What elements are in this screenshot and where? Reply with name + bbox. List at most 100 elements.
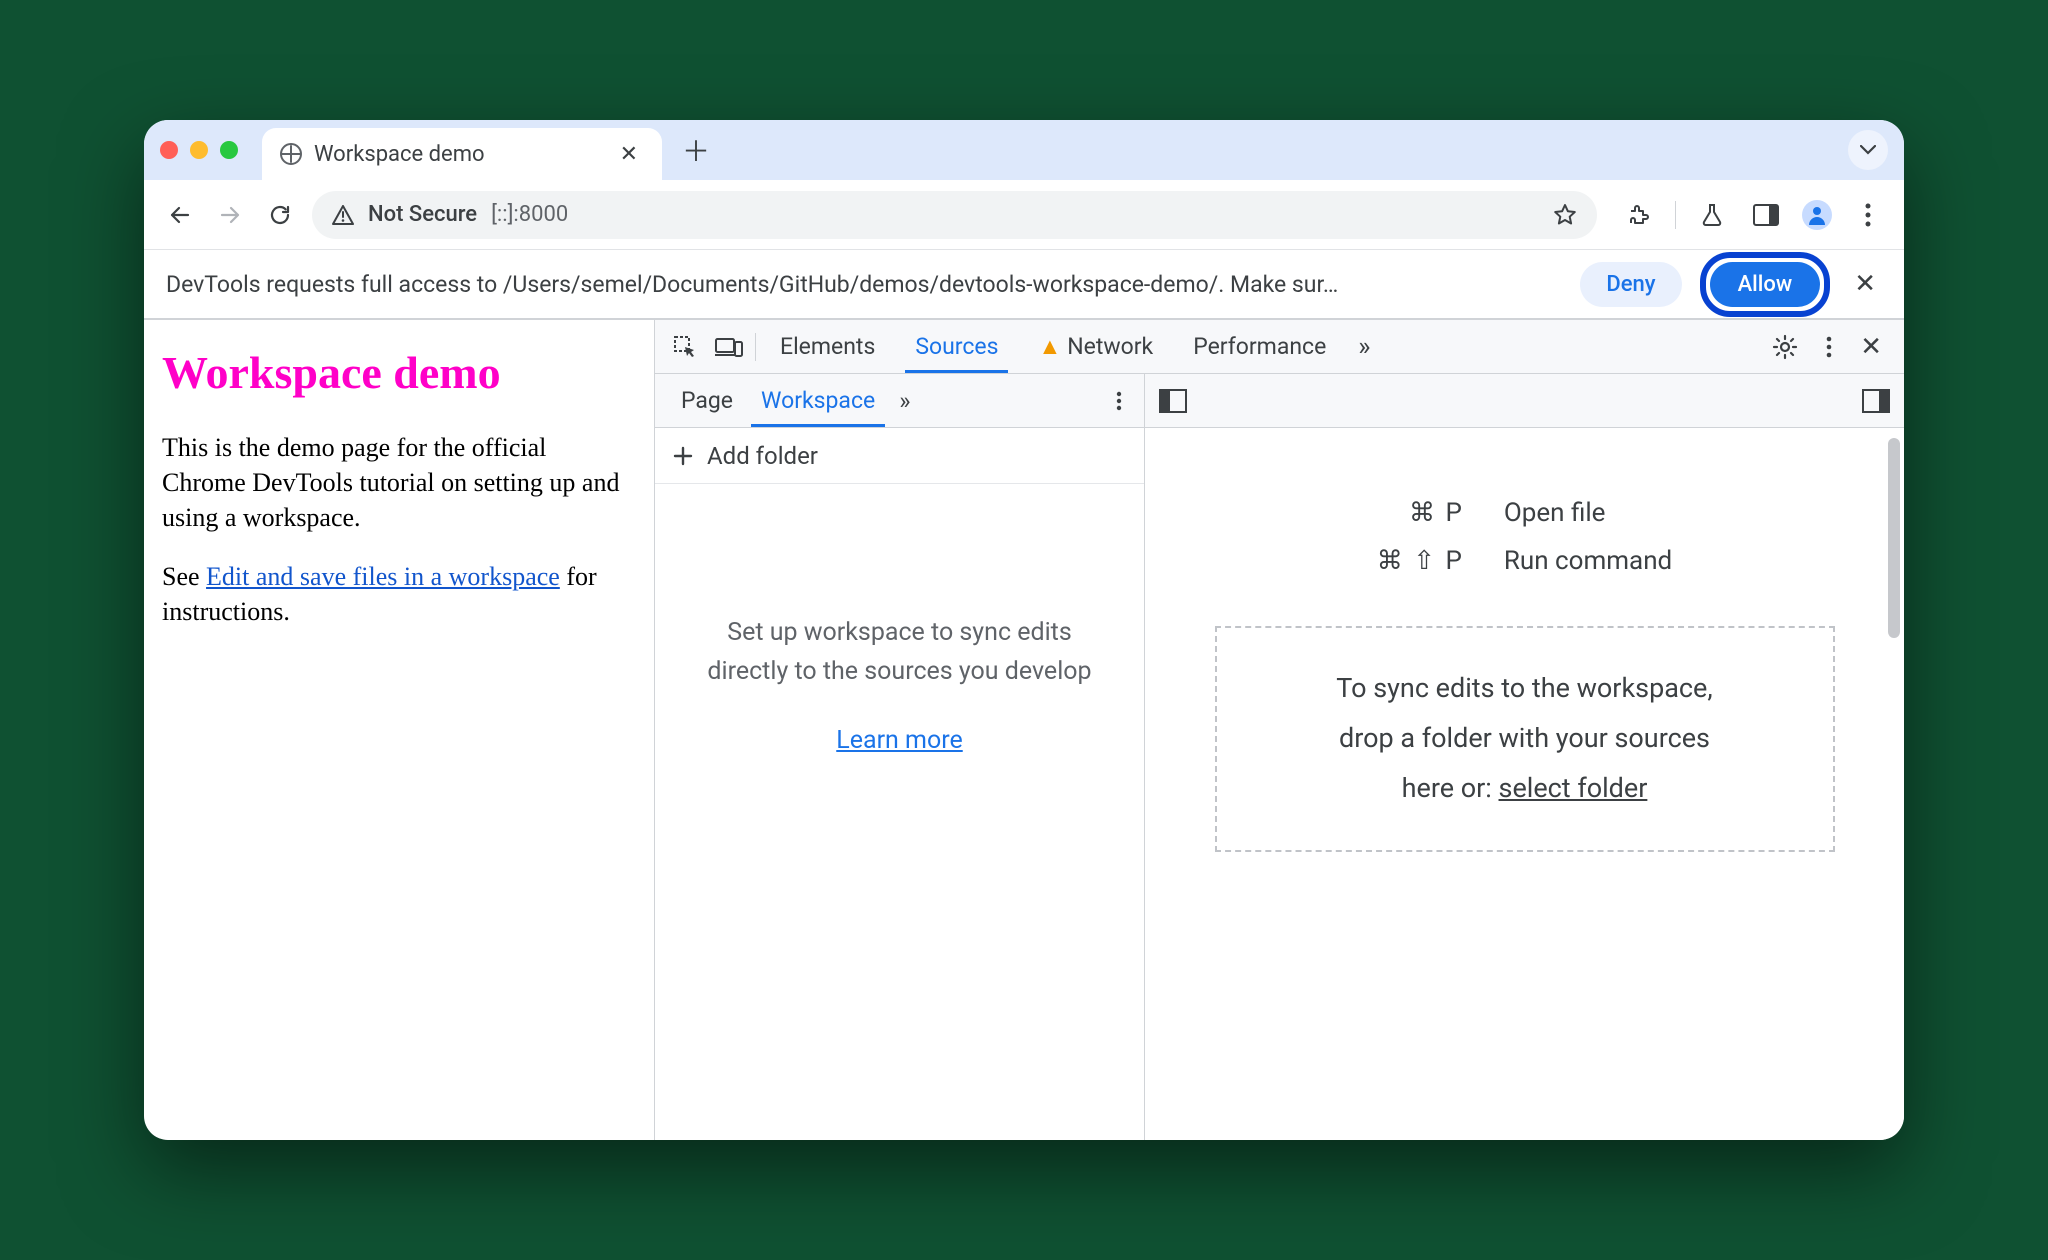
gear-icon [1772, 334, 1798, 360]
new-tab-button[interactable]: ＋ [672, 124, 720, 176]
sources-content: Page Workspace » Add folder Set up works… [655, 374, 1904, 1140]
workspace-hint: Set up workspace to sync edits directly … [695, 614, 1104, 692]
forward-button[interactable] [212, 197, 248, 233]
plus-icon [673, 446, 693, 466]
browser-tab[interactable]: Workspace demo ✕ [262, 128, 662, 180]
drop-line-2: drop a folder with your sources [1267, 714, 1783, 764]
show-navigator-button[interactable] [1159, 389, 1187, 413]
open-file-shortcut: ⌘ P [1377, 498, 1464, 528]
main-area: Workspace demo This is the demo page for… [144, 320, 1904, 1140]
editor-toolbar [1145, 374, 1904, 428]
drop-line-3: here or: select folder [1267, 764, 1783, 814]
tab-title: Workspace demo [314, 142, 485, 167]
chevron-down-icon [1860, 145, 1876, 155]
para2-prefix: See [162, 562, 206, 591]
workspace-empty-state: Set up workspace to sync edits directly … [655, 484, 1144, 1140]
tab-sources[interactable]: Sources [899, 321, 1014, 372]
bookmark-button[interactable] [1553, 203, 1577, 227]
show-debugger-button[interactable] [1862, 389, 1890, 413]
select-folder-link[interactable]: select folder [1499, 772, 1648, 804]
add-folder-label: Add folder [707, 442, 818, 470]
close-tab-button[interactable]: ✕ [614, 142, 644, 167]
tutorial-link[interactable]: Edit and save files in a workspace [206, 562, 560, 591]
chrome-menu-button[interactable] [1850, 197, 1886, 233]
extensions-button[interactable] [1621, 197, 1657, 233]
minimize-window-button[interactable] [190, 141, 208, 159]
close-window-button[interactable] [160, 141, 178, 159]
separator [755, 333, 756, 361]
drop-zone[interactable]: To sync edits to the workspace, drop a f… [1215, 626, 1835, 852]
window-controls [160, 141, 238, 159]
back-button[interactable] [162, 197, 198, 233]
page-heading: Workspace demo [162, 342, 636, 404]
separator [1675, 201, 1676, 229]
tab-network[interactable]: ▲Network [1022, 321, 1169, 372]
sources-navigator: Page Workspace » Add folder Set up works… [655, 374, 1145, 1140]
scrollbar-thumb[interactable] [1888, 438, 1900, 638]
puzzle-icon [1627, 203, 1651, 227]
tab-elements[interactable]: Elements [764, 321, 891, 372]
reload-icon [268, 203, 292, 227]
infobar-close-button[interactable]: ✕ [1848, 269, 1882, 299]
kebab-icon [1865, 203, 1871, 227]
subtab-workspace[interactable]: Workspace [747, 375, 889, 426]
sources-subtabs: Page Workspace » [655, 374, 1144, 428]
browser-window: Workspace demo ✕ ＋ Not Secure [::]:8000 [144, 120, 1904, 1140]
page-content: Workspace demo This is the demo page for… [144, 320, 654, 1140]
reload-button[interactable] [262, 197, 298, 233]
add-folder-button[interactable]: Add folder [655, 428, 1144, 484]
kebab-icon [1116, 391, 1122, 411]
device-toolbar-button[interactable] [711, 329, 747, 365]
profile-button[interactable] [1802, 200, 1832, 230]
drop-line-1: To sync edits to the workspace, [1267, 664, 1783, 714]
permission-infobar: DevTools requests full access to /Users/… [144, 250, 1904, 320]
devtools-panel: Elements Sources ▲Network Performance » … [654, 320, 1904, 1140]
devtools-settings-button[interactable] [1762, 334, 1808, 360]
inspect-element-button[interactable] [667, 329, 703, 365]
page-paragraph-1: This is the demo page for the official C… [162, 430, 636, 535]
toolbar-actions [1621, 197, 1886, 233]
inspect-icon [673, 335, 697, 359]
star-icon [1553, 203, 1577, 227]
globe-icon [280, 143, 302, 165]
address-bar[interactable]: Not Secure [::]:8000 [312, 191, 1597, 239]
maximize-window-button[interactable] [220, 141, 238, 159]
warning-triangle-icon: ▲ [1038, 333, 1061, 360]
learn-more-link[interactable]: Learn more [836, 722, 962, 761]
person-icon [1807, 205, 1827, 225]
sources-editor: ⌘ P Open file ⌘ ⇧ P Run command To sync … [1145, 374, 1904, 1140]
devtools-tabbar: Elements Sources ▲Network Performance » … [655, 320, 1904, 374]
arrow-left-icon [168, 203, 192, 227]
deny-button[interactable]: Deny [1580, 262, 1681, 307]
warning-icon [332, 205, 354, 225]
arrow-right-icon [218, 203, 242, 227]
url-text: [::]:8000 [491, 202, 568, 227]
run-command-shortcut: ⌘ ⇧ P [1377, 546, 1464, 576]
kebab-icon [1826, 336, 1832, 358]
navigator-menu-button[interactable] [1106, 391, 1132, 411]
subtab-page[interactable]: Page [667, 375, 747, 426]
security-label: Not Secure [368, 202, 477, 227]
allow-button[interactable]: Allow [1710, 262, 1821, 307]
devtools-menu-button[interactable] [1816, 336, 1842, 358]
allow-highlight: Allow [1700, 252, 1831, 317]
drop-line-3-prefix: here or: [1402, 772, 1499, 804]
toolbar: Not Secure [::]:8000 [144, 180, 1904, 250]
labs-button[interactable] [1694, 197, 1730, 233]
open-file-label: Open file [1504, 498, 1672, 528]
flask-icon [1701, 203, 1723, 227]
tab-performance[interactable]: Performance [1177, 321, 1342, 372]
devtools-close-button[interactable]: ✕ [1850, 332, 1892, 362]
devices-icon [715, 336, 743, 358]
tab-search-button[interactable] [1848, 130, 1888, 170]
editor-empty-state: ⌘ P Open file ⌘ ⇧ P Run command To sync … [1145, 428, 1904, 1140]
panel-icon [1753, 204, 1779, 226]
run-command-label: Run command [1504, 546, 1672, 576]
tabs-overflow-button[interactable]: » [1350, 332, 1378, 362]
side-panel-button[interactable] [1748, 197, 1784, 233]
shortcuts-list: ⌘ P Open file ⌘ ⇧ P Run command [1377, 498, 1672, 576]
tab-network-label: Network [1067, 333, 1153, 360]
infobar-message: DevTools requests full access to /Users/… [166, 271, 1562, 298]
subtabs-overflow-button[interactable]: » [889, 387, 920, 415]
page-paragraph-2: See Edit and save files in a workspace f… [162, 559, 636, 629]
